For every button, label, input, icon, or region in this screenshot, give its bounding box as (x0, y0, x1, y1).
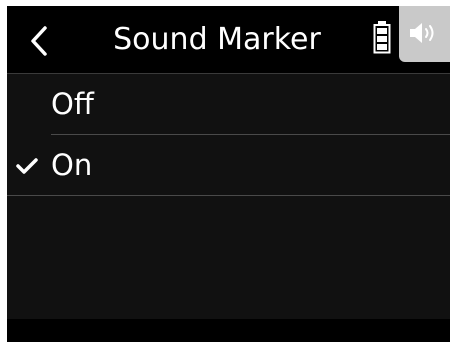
checkmark-icon (16, 158, 38, 174)
chevron-left-icon (31, 26, 47, 56)
back-button[interactable] (27, 23, 51, 59)
speaker-button[interactable] (399, 6, 450, 62)
divider (51, 134, 450, 135)
option-off[interactable]: Off (7, 74, 450, 135)
bottom-bar (7, 319, 450, 342)
page-title: Sound Marker (113, 22, 321, 57)
option-on[interactable]: On (7, 135, 450, 196)
speaker-icon (410, 23, 434, 43)
option-list: Off On (7, 74, 450, 196)
divider (7, 195, 450, 196)
header-bar: Sound Marker (7, 6, 450, 74)
battery-icon (373, 21, 391, 54)
option-label: Off (51, 87, 94, 121)
option-label: On (51, 148, 93, 182)
sound-marker-screen: Sound Marker Off On (7, 6, 450, 342)
